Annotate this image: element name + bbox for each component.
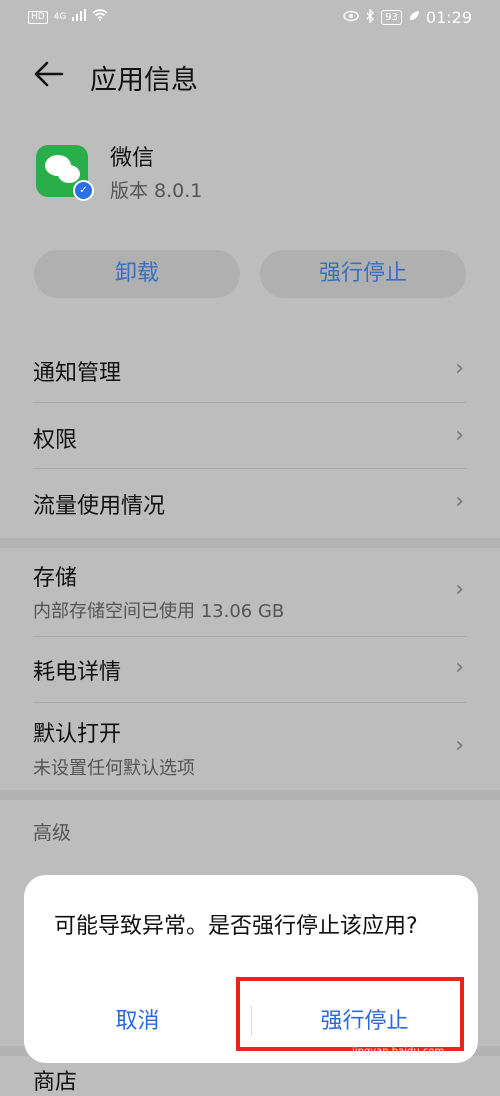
chevron-right-icon: ›: [455, 423, 464, 448]
baidu-watermark: Baidu经验: [352, 1024, 457, 1048]
battery-indicator: 93: [381, 10, 402, 25]
watermark-url: jingyan.baidu.com: [352, 1046, 445, 1057]
divider: [33, 402, 466, 403]
header: 应用信息: [0, 50, 500, 100]
divider: [33, 468, 466, 469]
section-gap: [0, 790, 500, 800]
clock: 01:29: [425, 8, 472, 27]
list-item-battery[interactable]: 耗电详情 ›: [0, 638, 500, 702]
list-item-notification[interactable]: 通知管理 ›: [0, 340, 500, 404]
verified-shield-icon: ✓: [73, 180, 94, 201]
hd-badge: HD: [28, 10, 48, 24]
page-title: 应用信息: [90, 65, 198, 96]
default-open-label: 默认打开: [33, 722, 122, 747]
chevron-right-icon: ›: [455, 489, 464, 514]
divider: [33, 636, 466, 637]
back-button[interactable]: [32, 57, 66, 91]
chevron-right-icon: ›: [455, 733, 464, 758]
store-label[interactable]: 商店: [33, 1064, 77, 1096]
eye-icon: [343, 10, 359, 26]
battery-details-label: 耗电详情: [33, 660, 122, 685]
signal-icon: [72, 9, 87, 25]
section-gap: [0, 538, 500, 548]
app-info-page: HD 4G 93 01:29 应用信息 ✓ 微信 版本 8.0.1 卸载 强行停…: [0, 0, 500, 1095]
status-right: 93 01:29: [343, 7, 472, 27]
data-usage-label: 流量使用情况: [33, 494, 166, 519]
app-version: 版本 8.0.1: [110, 180, 203, 202]
network-type: 4G: [53, 12, 67, 22]
dialog-message: 可能导致异常。是否强行停止该应用?: [54, 914, 418, 939]
chevron-right-icon: ›: [455, 356, 464, 381]
force-stop-button[interactable]: 强行停止: [260, 250, 466, 298]
chevron-right-icon: ›: [455, 577, 464, 602]
divider: [33, 702, 466, 703]
storage-label: 存储: [33, 566, 78, 591]
list-item-storage[interactable]: 存储 内部存储空间已使用 13.06 GB ›: [0, 552, 500, 636]
chevron-right-icon: ›: [455, 655, 464, 680]
leaf-icon: [408, 10, 420, 26]
wifi-icon: [92, 9, 108, 25]
advanced-section-label: 高级: [33, 822, 72, 844]
uninstall-button[interactable]: 卸载: [34, 250, 240, 298]
storage-usage-text: 内部存储空间已使用 13.06 GB: [33, 601, 285, 622]
bluetooth-icon: [365, 7, 375, 27]
back-arrow-icon: [32, 61, 66, 95]
notification-label: 通知管理: [33, 361, 122, 386]
status-left: HD 4G: [28, 9, 108, 25]
list-item-data-usage[interactable]: 流量使用情况 ›: [0, 470, 500, 534]
app-name: 微信: [110, 146, 155, 171]
default-open-sub: 未设置任何默认选项: [33, 758, 195, 779]
list-item-default-open[interactable]: 默认打开 未设置任何默认选项 ›: [0, 704, 500, 788]
permissions-label: 权限: [33, 428, 78, 453]
status-bar: HD 4G 93 01:29: [0, 0, 500, 36]
cancel-button[interactable]: 取消: [24, 1002, 251, 1042]
list-item-permissions[interactable]: 权限 ›: [0, 404, 500, 468]
